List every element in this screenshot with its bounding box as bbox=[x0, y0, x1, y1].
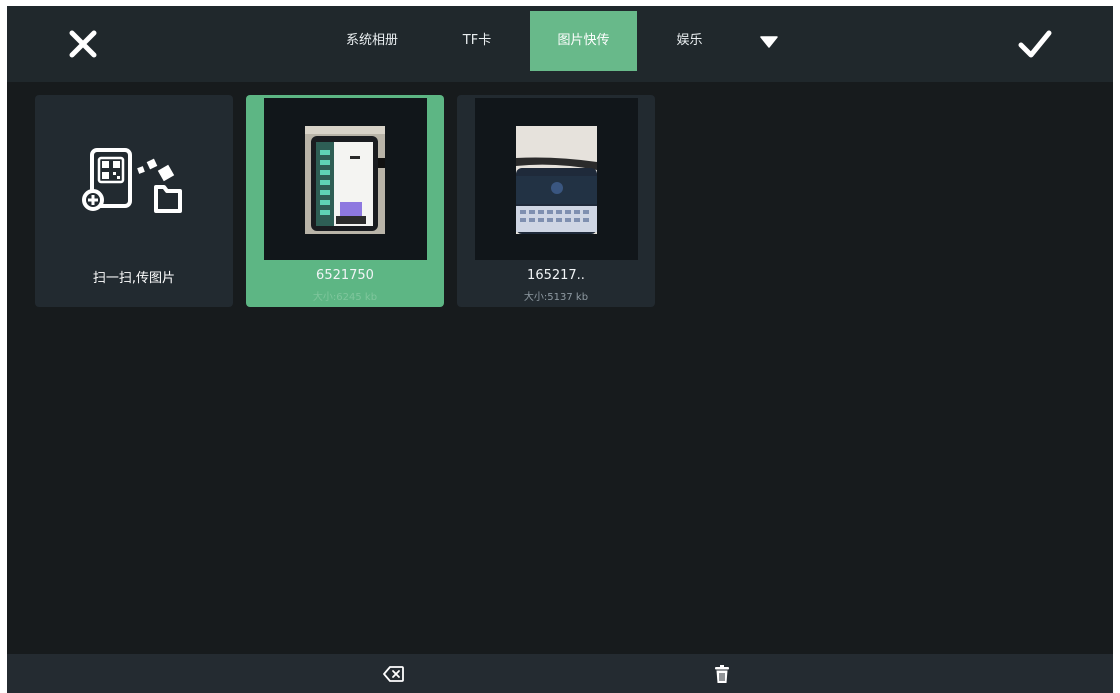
close-icon bbox=[69, 30, 97, 58]
tab-system-album[interactable]: 系统相册 bbox=[327, 11, 417, 71]
photo-card[interactable]: 6521750 大小:6245 kb bbox=[246, 95, 444, 307]
tab-photo-transfer[interactable]: 图片快传 bbox=[530, 11, 637, 71]
caret-down-icon bbox=[760, 36, 778, 48]
photo-thumbnail bbox=[516, 126, 597, 234]
photo-size: 大小:6245 kb bbox=[312, 292, 378, 303]
tab-tf-card[interactable]: TF卡 bbox=[447, 11, 507, 71]
photo-name: 6521750 bbox=[316, 268, 374, 283]
delete-button[interactable] bbox=[711, 664, 733, 684]
close-button[interactable] bbox=[63, 24, 103, 64]
photo-thumbnail bbox=[305, 126, 385, 234]
top-bar: 系统相册 TF卡 图片快传 娱乐 bbox=[7, 6, 1113, 82]
checkmark-icon bbox=[1018, 30, 1052, 58]
trash-icon bbox=[715, 665, 729, 683]
photo-thumbnail-frame bbox=[475, 98, 638, 260]
bottom-bar bbox=[7, 654, 1113, 693]
backspace-icon bbox=[383, 666, 404, 682]
photo-thumbnail-frame bbox=[264, 98, 427, 260]
confirm-button[interactable] bbox=[1015, 24, 1055, 64]
tab-entertainment[interactable]: 娱乐 bbox=[667, 11, 712, 71]
more-tabs-button[interactable] bbox=[759, 34, 779, 48]
scan-card-label: 扫一扫,传图片 bbox=[92, 271, 176, 286]
photo-name: 165217.. bbox=[527, 268, 585, 283]
screen: 系统相册 TF卡 图片快传 娱乐 扫一扫,传图片 6521750 大小:6245… bbox=[7, 6, 1113, 693]
backspace-button[interactable] bbox=[383, 664, 405, 684]
scan-to-transfer-card[interactable]: 扫一扫,传图片 bbox=[35, 95, 233, 307]
photo-size: 大小:5137 kb bbox=[523, 292, 589, 303]
qr-phone-transfer-icon bbox=[82, 145, 182, 219]
photo-card[interactable]: 165217.. 大小:5137 kb bbox=[457, 95, 655, 307]
